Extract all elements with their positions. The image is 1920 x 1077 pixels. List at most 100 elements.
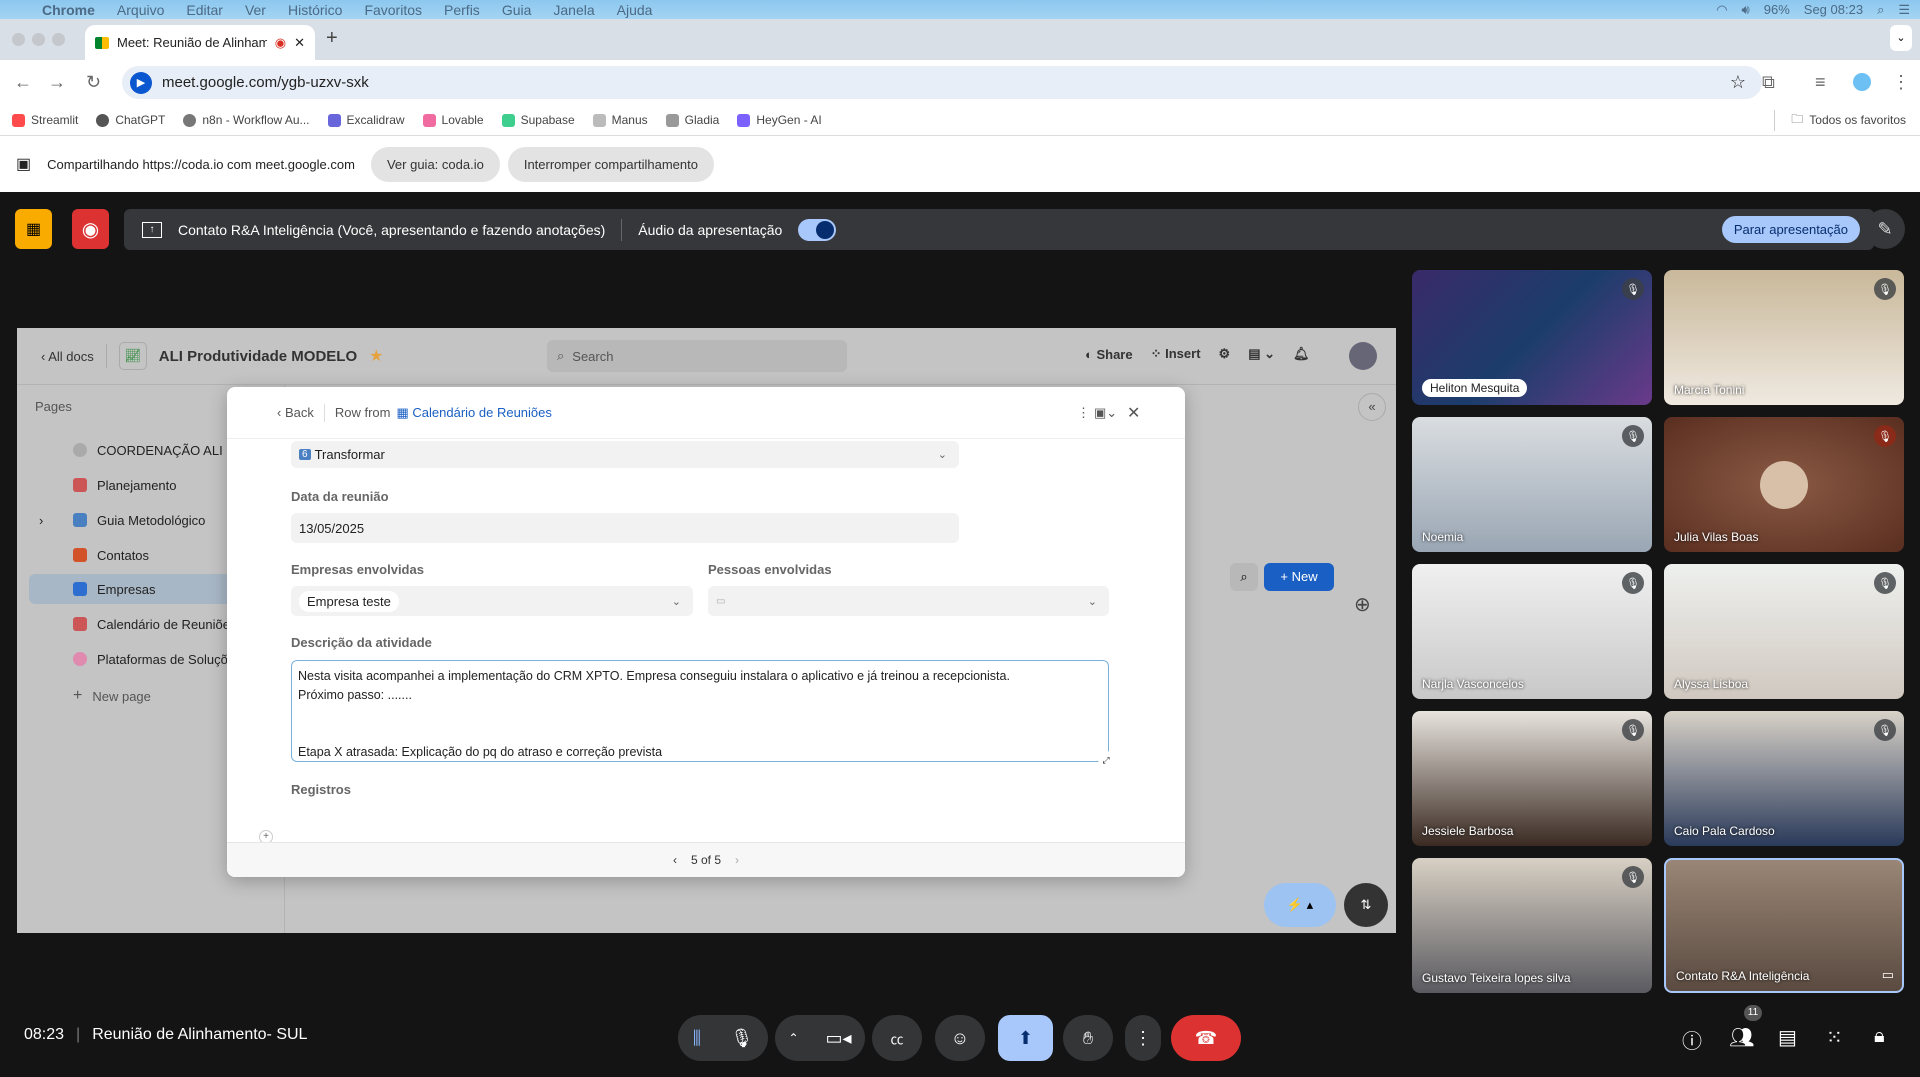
stop-presenting-button[interactable]: Parar apresentação [1721,216,1860,243]
control-center-icon[interactable]: ☰ [1898,2,1910,18]
menu-item[interactable]: Arquivo [117,2,164,18]
present-button[interactable]: ⬆ [998,1015,1053,1061]
participant-tile[interactable]: Narjla Vasconcelos 🎙︎ [1412,564,1652,699]
participant-tile-self[interactable]: Contato R&A Inteligência ▭ [1664,858,1904,993]
tab-search-button[interactable]: ⌄ [1890,25,1912,51]
participant-tile[interactable]: Gustavo Teixeira lopes silva 🎙︎ [1412,858,1652,993]
participant-tile[interactable]: Heliton Mesquita 🎙︎ [1412,270,1652,405]
window-zoom-button[interactable] [52,33,65,46]
site-info-icon[interactable]: ▶ [130,71,152,94]
date-field[interactable]: 13/05/2025 [291,513,959,543]
mic-button[interactable]: ⫼ 🎙︎ [678,1015,768,1061]
stage-select[interactable]: 6 Transformar ⌄ [291,441,959,468]
stop-sharing-button[interactable]: Interromper compartilhamento [507,146,714,182]
address-bar[interactable]: ▶ meet.google.com/ygb-uzxv-sxk ☆ [122,66,1762,99]
menu-item[interactable]: Ajuda [617,2,653,18]
menu-item[interactable]: Janela [553,2,594,18]
back-icon[interactable]: ← [14,72,32,93]
recording-button[interactable]: ◉ [72,209,109,249]
bookmark[interactable]: Manus [592,113,648,127]
participant-tile[interactable]: Julia Vilas Boas 🎙︎ [1664,417,1904,552]
extensions-icon[interactable]: ⧉ [1762,72,1775,93]
profile-avatar[interactable] [1853,73,1871,91]
battery-text[interactable]: 96% [1764,2,1790,17]
participant-tile[interactable]: Marcia Tonini 🎙︎ [1664,270,1904,405]
more-options-button[interactable]: ⋮ [1125,1015,1161,1061]
leave-call-button[interactable]: ☎︎ [1171,1015,1241,1061]
description-textarea[interactable]: Nesta visita acompanhei a implementação … [291,660,1114,767]
new-row-button[interactable]: + New [1264,563,1334,591]
reload-icon[interactable]: ↻ [86,72,101,93]
forward-icon[interactable]: → [48,72,66,93]
source-table-link[interactable]: ▦ Calendário de Reuniões [396,405,551,421]
raise-hand-button[interactable]: ✋︎ [1063,1015,1113,1061]
participant-tile[interactable]: Jessiele Barbosa 🎙︎ [1412,711,1652,846]
user-avatar[interactable] [1349,342,1377,370]
insert-button[interactable]: ⁘ Insert [1151,346,1201,362]
clock[interactable]: Seg 08:23 [1804,2,1863,17]
new-tab-button[interactable]: + [326,27,338,50]
volume-icon[interactable]: 🔊︎ [1742,2,1750,18]
close-icon[interactable]: ✕ [1127,403,1140,423]
bookmark[interactable]: Streamlit [12,113,78,127]
participant-tile[interactable]: Noemia 🎙︎ [1412,417,1652,552]
menu-item[interactable]: Favoritos [364,2,422,18]
companies-select[interactable]: Empresa teste ⌄ [291,586,693,616]
camera-button[interactable]: ⌃ ▭◂ [775,1015,865,1061]
captions-button[interactable]: ㏄ [872,1015,922,1061]
more-options-icon[interactable]: ⋮ [1077,405,1090,421]
annotation-off-button[interactable]: ▦ [15,209,52,249]
participant-tile[interactable]: Alyssa Lisboa 🎙︎ [1664,564,1904,699]
prev-row-icon[interactable]: ‹ [673,853,677,867]
menu-kebab-icon[interactable]: ⋮ [1892,72,1910,93]
all-docs-link[interactable]: ‹ All docs [41,349,94,364]
doc-title[interactable]: ALI Produtividade MODELO [159,348,357,365]
menu-item[interactable]: Editar [186,2,223,18]
bookmark[interactable]: Excalidraw [327,113,405,127]
participant-tile[interactable]: Caio Pala Cardoso 🎙︎ [1664,711,1904,846]
emoji-button[interactable]: ☺ [935,1015,985,1061]
menu-item[interactable]: Histórico [288,2,342,18]
view-tab-button[interactable]: Ver guia: coda.io [370,146,500,182]
audio-toggle[interactable] [798,218,837,241]
wifi-icon[interactable]: ◠ [1716,2,1727,18]
info-icon[interactable]: ⓘ [1682,1025,1702,1054]
add-comment-icon[interactable]: ⊕ [1354,592,1371,617]
bookmark[interactable]: HeyGen - AI [737,113,822,127]
scroll-button[interactable]: ⇅ [1344,883,1388,927]
menu-item[interactable]: Perfis [444,2,480,18]
bookmark[interactable]: Supabase [501,113,575,127]
settings-icon[interactable]: ⚙ [1219,346,1231,362]
automation-button[interactable]: ⚡ ▴ [1264,883,1336,927]
bookmark[interactable]: ChatGPT [96,113,165,127]
window-minimize-button[interactable] [32,33,45,46]
bookmark[interactable]: n8n - Workflow Au... [183,113,310,127]
browser-tab[interactable]: Meet: Reunião de Alinham ◉ ✕ [85,25,315,60]
people-select[interactable]: ▭ ⌄ [708,586,1109,616]
star-icon[interactable]: ★ [369,346,383,366]
bookmark[interactable]: Gladia [665,113,719,127]
search-input[interactable]: ⌕ Search [547,340,847,372]
bookmark[interactable]: Lovable [422,113,484,127]
all-bookmarks[interactable]: 🗀 Todos os favoritos [1774,109,1906,131]
window-close-button[interactable] [12,33,25,46]
share-button[interactable]: ◐ Share [1085,347,1133,362]
menu-app[interactable]: Chrome [42,2,95,18]
people-icon[interactable]: 👥︎ [1729,1025,1754,1050]
activities-icon[interactable]: ⁙ [1826,1025,1843,1050]
collapse-panel-icon[interactable]: « [1358,393,1386,421]
next-row-icon[interactable]: › [735,853,739,867]
notifications-icon[interactable]: 🔔︎ [1293,346,1310,362]
view-mode-icon[interactable]: ▣⌄ [1094,405,1117,421]
menu-item[interactable]: Ver [245,2,266,18]
chat-icon[interactable]: ▤ [1778,1025,1797,1050]
bookmark-star-icon[interactable]: ☆ [1730,72,1746,93]
table-search-icon[interactable]: ⌕ [1230,563,1258,591]
host-controls-icon[interactable]: 🔒︎ [1874,1025,1885,1048]
close-tab-icon[interactable]: ✕ [294,35,305,51]
annotate-pen-button[interactable]: ✎ [1865,209,1905,249]
media-icon[interactable]: ≡ [1815,72,1826,93]
comments-icon[interactable]: ▤ ⌄ [1248,346,1275,362]
url-text[interactable]: meet.google.com/ygb-uzxv-sxk [162,74,369,91]
menu-item[interactable]: Guia [502,2,532,18]
